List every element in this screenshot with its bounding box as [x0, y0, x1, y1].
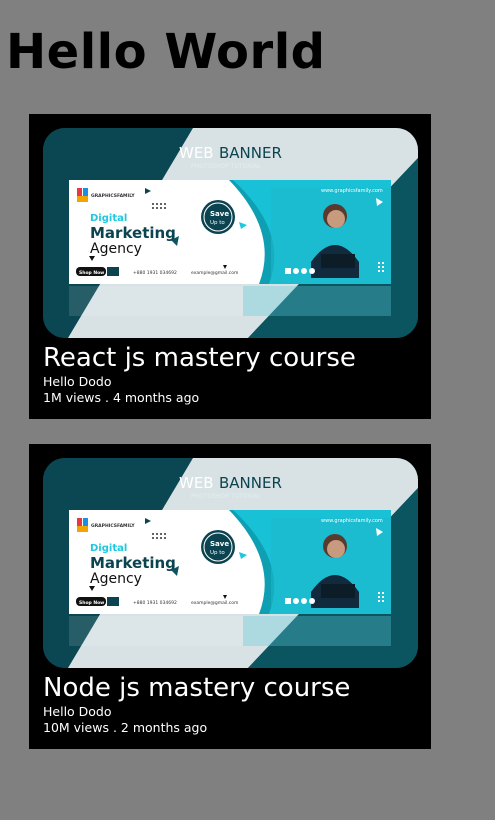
banner-save: Save — [210, 540, 229, 548]
video-title[interactable]: React js mastery course — [43, 342, 356, 374]
video-meta: 10M views . 2 months ago — [43, 720, 208, 735]
banner-header-right: BANNER — [219, 144, 282, 162]
channel-name[interactable]: Hello Dodo — [43, 704, 112, 719]
thumbnail-banner-image: WEB BANNER PHOTOSHOP TUTORIAL GRAPHICSFA… — [43, 458, 418, 668]
banner-header-sub: PHOTOSHOP TUTORIAL — [191, 163, 261, 170]
banner-agency: Agency — [90, 241, 142, 257]
video-card[interactable]: WEB BANNER PHOTOSHOP TUTORIAL GRAPHICSFA… — [29, 114, 431, 419]
banner-phone: +880 1931 034692 — [133, 270, 177, 276]
view-count: 10M views — [43, 720, 109, 735]
banner-logo-text: GRAPHICSFAMILY — [91, 193, 135, 199]
banner-agency: Agency — [90, 571, 142, 587]
banner-shop-now: Shop Now — [79, 270, 104, 276]
video-title[interactable]: Node js mastery course — [43, 672, 350, 704]
banner-save: Save — [210, 210, 229, 218]
page-heading: Hello World — [6, 24, 326, 80]
video-card[interactable]: WEB BANNER PHOTOSHOP TUTORIAL GRAPHICSFA… — [29, 444, 431, 749]
banner-upto: Up to — [210, 220, 225, 226]
video-thumbnail[interactable]: WEB BANNER PHOTOSHOP TUTORIAL GRAPHICSFA… — [43, 128, 418, 338]
upload-age: 2 months ago — [120, 720, 208, 735]
banner-header-left: WEB — [179, 474, 214, 492]
video-thumbnail[interactable]: WEB BANNER PHOTOSHOP TUTORIAL GRAPHICSFA… — [43, 458, 418, 668]
view-count: 1M views — [43, 390, 102, 405]
banner-url: www.graphicsfamily.com — [321, 518, 383, 524]
banner-shop-now: Shop Now — [79, 600, 104, 606]
banner-marketing: Marketing — [90, 224, 176, 242]
thumbnail-banner-image: WEB BANNER PHOTOSHOP TUTORIAL GRAPHICSFA… — [43, 128, 418, 338]
banner-phone: +880 1931 034692 — [133, 600, 177, 606]
banner-marketing: Marketing — [90, 554, 176, 572]
banner-header-left: WEB — [179, 144, 214, 162]
banner-email: example@gmail.com — [191, 270, 238, 276]
banner-logo-text: GRAPHICSFAMILY — [91, 523, 135, 529]
video-meta: 1M views . 4 months ago — [43, 390, 200, 405]
banner-url: www.graphicsfamily.com — [321, 188, 383, 194]
banner-email: example@gmail.com — [191, 600, 238, 606]
channel-name[interactable]: Hello Dodo — [43, 374, 112, 389]
banner-header-right: BANNER — [219, 474, 282, 492]
upload-age: 4 months ago — [112, 390, 200, 405]
banner-upto: Up to — [210, 550, 225, 556]
banner-header-sub: PHOTOSHOP TUTORIAL — [191, 493, 261, 500]
banner-digital: Digital — [90, 213, 127, 224]
banner-digital: Digital — [90, 543, 127, 554]
